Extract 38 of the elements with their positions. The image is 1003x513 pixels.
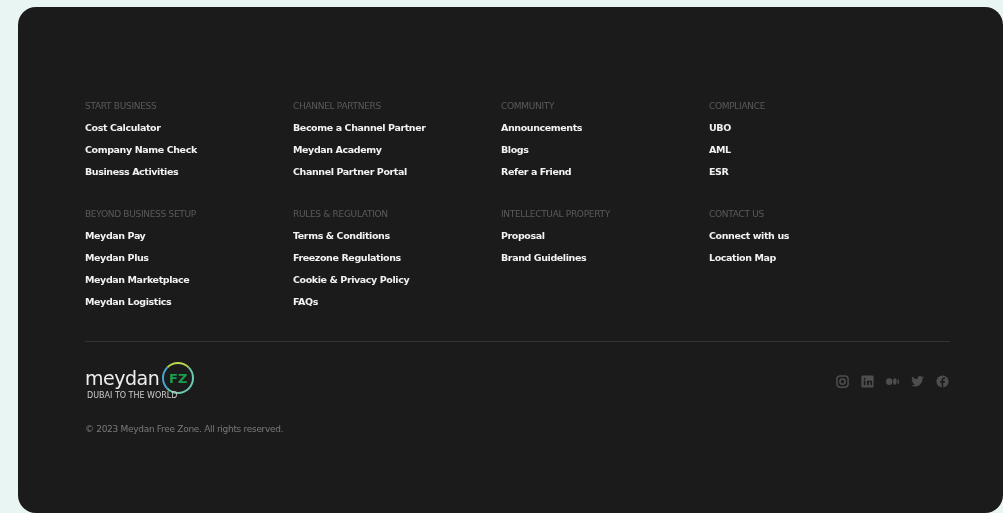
section-heading: START BUSINESS [85,100,157,113]
footer-link[interactable]: Announcements [501,121,583,135]
footer-link[interactable]: Meydan Pay [85,229,146,243]
section-heading: BEYOND BUSINESS SETUP [85,208,196,221]
section-heading: CONTACT US [709,208,764,221]
footer-link[interactable]: Proposal [501,229,545,243]
footer-link[interactable]: Cost Calculator [85,121,161,135]
footer-link[interactable]: ESR [709,165,729,179]
footer-link[interactable]: Business Activities [85,165,179,179]
footer-link[interactable]: Meydan Plus [85,251,149,265]
footer-link[interactable]: Meydan Marketplace [85,273,190,287]
footer-link[interactable]: Blogs [501,143,529,157]
instagram-icon[interactable] [835,373,850,389]
footer-link[interactable]: Brand Guidelines [501,251,587,265]
footer-link[interactable]: UBO [709,121,731,135]
copyright-text: © 2023 Meydan Free Zone. All rights reserved. [85,424,285,434]
footer-link[interactable]: Meydan Academy [293,143,382,157]
facebook-icon[interactable] [935,373,950,389]
twitter-icon[interactable] [910,373,925,389]
section-heading: INTELLECTUAL PROPERTY [501,208,610,221]
footer-link[interactable]: FAQs [293,295,318,309]
footer-link[interactable]: AML [709,143,731,157]
footer-link[interactable]: Meydan Logistics [85,295,172,309]
section-heading: CHANNEL PARTNERS [293,100,381,113]
footer-link[interactable]: Cookie & Privacy Policy [293,273,410,287]
footer-link[interactable]: Terms & Conditions [293,229,390,243]
footer-link[interactable]: Refer a Friend [501,165,572,179]
footer-link[interactable]: Channel Partner Portal [293,165,407,179]
section-heading: COMPLIANCE [709,100,766,113]
footer-link[interactable]: Location Map [709,251,776,265]
footer-link[interactable]: Become a Channel Partner [293,121,426,135]
footer-link[interactable]: Company Name Check [85,143,197,157]
meydan-logo[interactable]: meydan FZ DUBAI TO THE WORLD [85,362,195,400]
linkedin-icon[interactable] [860,373,875,389]
footer-link[interactable]: Connect with us [709,229,789,243]
footer-link[interactable]: Freezone Regulations [293,251,401,265]
section-heading: COMMUNITY [501,100,555,113]
section-heading: RULES & REGULATION [293,208,388,221]
